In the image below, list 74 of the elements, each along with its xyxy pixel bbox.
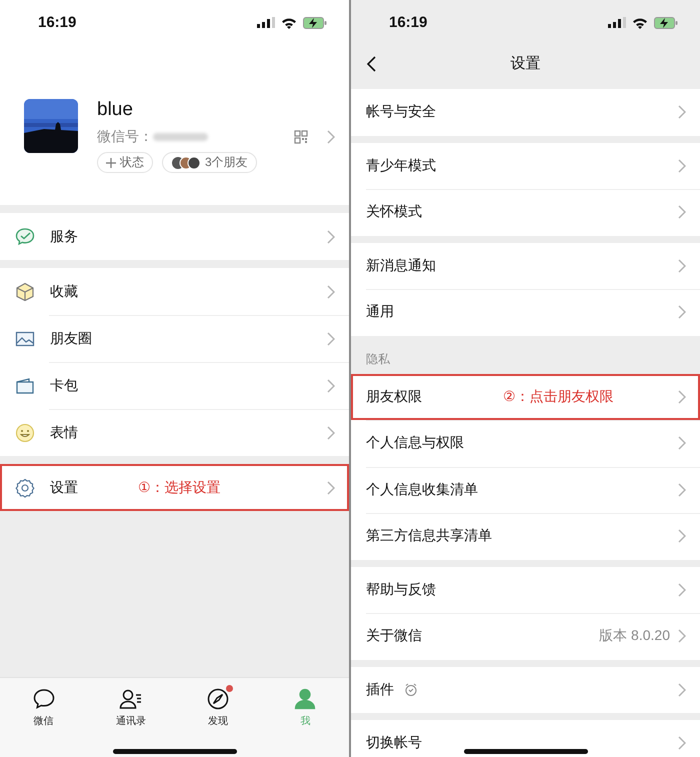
- cards-icon: [15, 376, 35, 396]
- menu-item[interactable]: 收藏: [0, 268, 349, 315]
- chevron-icon: [678, 736, 686, 750]
- status-time: 16:19: [389, 14, 428, 31]
- settings-item[interactable]: 青少年模式: [351, 142, 700, 189]
- battery-charging-icon: [654, 16, 678, 28]
- chevron-icon: [678, 305, 686, 320]
- qr-code-icon[interactable]: [294, 130, 308, 144]
- friend-avatars-icon: [171, 156, 201, 170]
- settings-item[interactable]: 个人信息与权限: [351, 420, 700, 466]
- stickers-icon: [15, 422, 35, 442]
- signal-icon: [257, 17, 275, 28]
- chat-bubble-icon: [32, 687, 56, 711]
- chevron-icon: [678, 436, 686, 450]
- person-icon: [293, 687, 318, 711]
- chevron-icon: [678, 390, 686, 404]
- chevron-icon: [327, 130, 335, 144]
- battery-charging-icon: [303, 16, 327, 28]
- menu-item[interactable]: 朋友圈: [0, 315, 349, 362]
- compass-icon: [206, 687, 230, 711]
- menu-item[interactable]: 表情: [0, 409, 349, 456]
- status-button[interactable]: 状态: [97, 152, 153, 173]
- tab[interactable]: 发现: [174, 687, 262, 728]
- page-title: 设置: [510, 54, 540, 73]
- settings-item[interactable]: 个人信息收集清单: [351, 466, 700, 513]
- menu-item[interactable]: 卡包: [0, 362, 349, 409]
- chevron-icon: [327, 230, 335, 244]
- settings-item[interactable]: 新消息通知: [351, 242, 700, 289]
- plus-icon: [106, 158, 116, 168]
- settings-icon: [15, 478, 35, 498]
- profile-name: blue: [97, 98, 134, 122]
- tab[interactable]: 通讯录: [87, 687, 174, 728]
- back-icon[interactable]: [366, 56, 376, 72]
- annotation-text: ②：点击朋友权限: [503, 388, 614, 406]
- settings-item[interactable]: 关怀模式: [351, 189, 700, 236]
- chevron-icon: [327, 426, 335, 440]
- version-text: 版本 8.0.20: [599, 627, 670, 646]
- settings-item[interactable]: 帮助与反馈: [351, 566, 700, 613]
- wifi-icon: [281, 16, 297, 28]
- wifi-icon: [632, 16, 648, 28]
- section-header: 隐私: [365, 350, 391, 368]
- favorites-icon: [15, 282, 35, 302]
- settings-item[interactable]: 切换帐号: [351, 720, 700, 757]
- chevron-icon: [678, 529, 686, 544]
- blurred-id-drawing: [153, 133, 208, 141]
- chevron-icon: [678, 629, 686, 644]
- alarm-clock-icon: [404, 682, 418, 697]
- chevron-icon: [678, 105, 686, 120]
- contacts-icon: [118, 687, 143, 711]
- chevron-icon: [678, 158, 686, 173]
- settings-item[interactable]: 通用: [351, 289, 700, 336]
- tab[interactable]: 微信: [0, 687, 88, 728]
- settings-item[interactable]: 插件: [351, 666, 700, 713]
- chevron-icon: [678, 582, 686, 597]
- service-icon: [15, 226, 35, 246]
- wechat-id-label: 微信号：: [97, 128, 153, 146]
- annotation-text: ①：选择设置: [138, 478, 221, 496]
- chevron-icon: [678, 682, 686, 697]
- status-time: 16:19: [38, 14, 76, 31]
- chevron-icon: [678, 258, 686, 273]
- chevron-icon: [327, 284, 335, 298]
- menu-item[interactable]: 设置 ①：选择设置: [0, 464, 349, 511]
- chevron-icon: [327, 480, 335, 494]
- settings-item[interactable]: 关于微信 版本 8.0.20: [351, 613, 700, 660]
- chevron-icon: [678, 482, 686, 497]
- menu-item[interactable]: 服务: [0, 213, 349, 260]
- settings-item[interactable]: 帐号与安全: [351, 89, 700, 136]
- signal-icon: [608, 17, 626, 28]
- chevron-icon: [678, 205, 686, 220]
- chevron-icon: [327, 332, 335, 346]
- settings-item[interactable]: 第三方信息共享清单: [351, 513, 700, 560]
- chevron-icon: [327, 378, 335, 392]
- friends-chip[interactable]: 3个朋友: [162, 152, 257, 173]
- settings-item[interactable]: 朋友权限 ②：点击朋友权限: [351, 374, 700, 420]
